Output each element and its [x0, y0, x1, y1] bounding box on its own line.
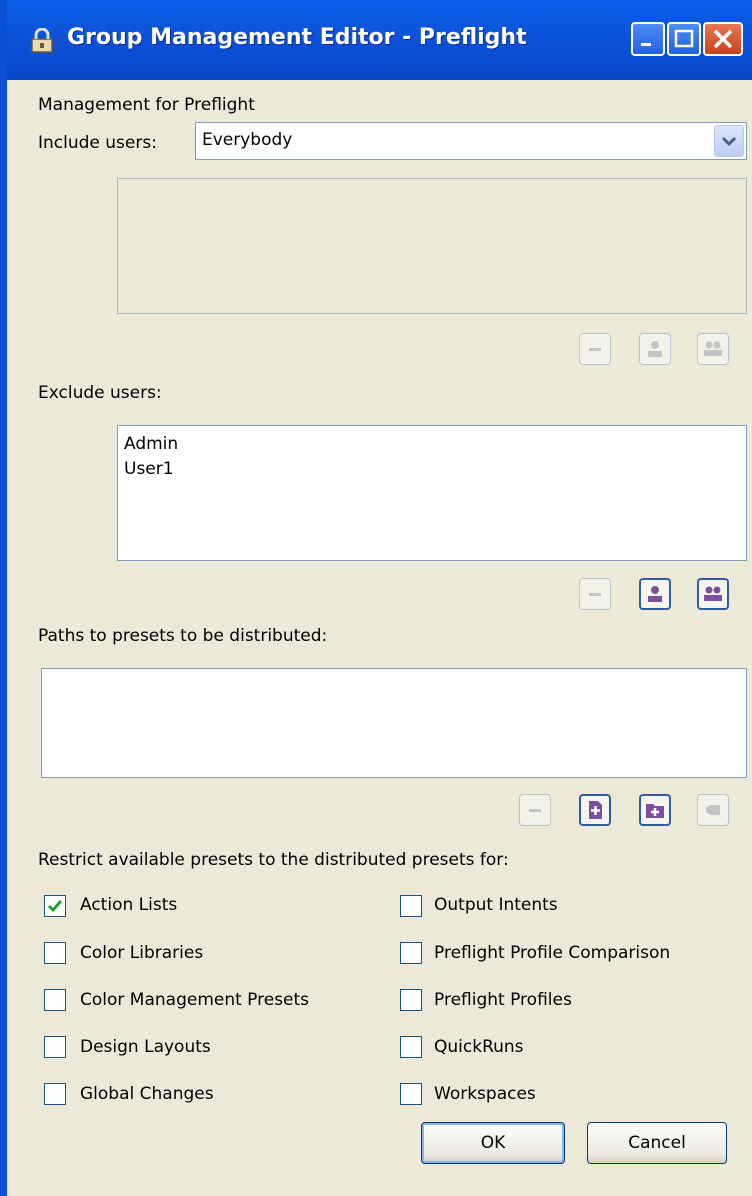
checkbox-preflight-profiles[interactable]: [400, 989, 422, 1011]
window-title: Group Management Editor - Preflight: [67, 25, 527, 50]
add-folder-icon: [646, 804, 664, 818]
include-users-select[interactable]: Everybody: [195, 122, 747, 160]
checkbox-label[interactable]: Workspaces: [434, 1084, 536, 1104]
checkbox-color-libraries[interactable]: [44, 942, 66, 964]
include-users-value: Everybody: [202, 130, 293, 150]
cancel-button[interactable]: Cancel: [587, 1122, 727, 1164]
tag-button[interactable]: [697, 794, 729, 826]
ok-button[interactable]: OK: [421, 1122, 565, 1164]
list-item[interactable]: Admin: [124, 434, 178, 454]
add-user-include-button[interactable]: [639, 333, 671, 365]
checkbox-label[interactable]: Color Libraries: [80, 943, 203, 963]
close-button[interactable]: [703, 22, 743, 56]
add-user-exclude-button[interactable]: [639, 578, 671, 610]
checkbox-label[interactable]: Design Layouts: [80, 1037, 211, 1057]
title-bar[interactable]: Group Management Editor - Preflight: [7, 0, 752, 80]
checkbox-preflight-profile-comparison[interactable]: [400, 942, 422, 964]
checkbox-label[interactable]: Preflight Profiles: [434, 990, 572, 1010]
minimize-icon: [641, 43, 651, 46]
checkbox-label[interactable]: Output Intents: [434, 895, 558, 915]
add-group-include-button[interactable]: [697, 333, 729, 365]
chevron-down-icon: [721, 136, 737, 147]
maximize-button[interactable]: [667, 22, 701, 56]
minus-icon: [529, 809, 541, 812]
exclude-users-list[interactable]: Admin User1: [117, 425, 747, 561]
list-item[interactable]: User1: [124, 459, 174, 479]
user-icon: [648, 341, 662, 357]
remove-path-button[interactable]: [519, 794, 551, 826]
checkbox-action-lists[interactable]: [44, 895, 66, 917]
add-file-button[interactable]: [579, 794, 611, 826]
checkbox-label[interactable]: QuickRuns: [434, 1037, 524, 1057]
remove-exclude-button[interactable]: [579, 578, 611, 610]
checkbox-label[interactable]: Global Changes: [80, 1084, 214, 1104]
checkbox-label[interactable]: Color Management Presets: [80, 990, 309, 1010]
minus-icon: [589, 348, 601, 351]
add-group-exclude-button[interactable]: [697, 578, 729, 610]
add-file-icon: [589, 801, 602, 819]
maximize-icon: [674, 29, 694, 48]
checkbox-design-layouts[interactable]: [44, 1036, 66, 1058]
close-icon: [713, 29, 733, 49]
checkbox-label[interactable]: Preflight Profile Comparison: [434, 943, 670, 963]
checkbox-quickruns[interactable]: [400, 1036, 422, 1058]
paths-list[interactable]: [41, 668, 747, 778]
checkbox-output-intents[interactable]: [400, 895, 422, 917]
dropdown-button[interactable]: [714, 125, 744, 157]
lock-icon: [31, 28, 53, 53]
dialog-window: Group Management Editor - Preflight Mana…: [0, 0, 752, 1196]
restrict-label: Restrict available presets to the distri…: [38, 850, 509, 870]
checkbox-global-changes[interactable]: [44, 1083, 66, 1105]
checkmark-icon: [47, 900, 63, 913]
paths-label: Paths to presets to be distributed:: [38, 626, 328, 646]
minimize-button[interactable]: [631, 22, 665, 56]
user-icon: [648, 586, 662, 602]
add-folder-button[interactable]: [639, 794, 671, 826]
checkbox-workspaces[interactable]: [400, 1083, 422, 1105]
include-users-label: Include users:: [38, 133, 157, 153]
checkbox-color-management-presets[interactable]: [44, 989, 66, 1011]
checkbox-label[interactable]: Action Lists: [80, 895, 177, 915]
exclude-users-label: Exclude users:: [38, 383, 162, 403]
group-icon: [704, 586, 722, 601]
minus-icon: [589, 593, 601, 596]
group-icon: [704, 341, 722, 356]
management-label: Management for Preflight: [38, 95, 255, 115]
remove-include-button[interactable]: [579, 333, 611, 365]
include-users-list: [117, 178, 747, 314]
tag-icon: [706, 805, 720, 815]
